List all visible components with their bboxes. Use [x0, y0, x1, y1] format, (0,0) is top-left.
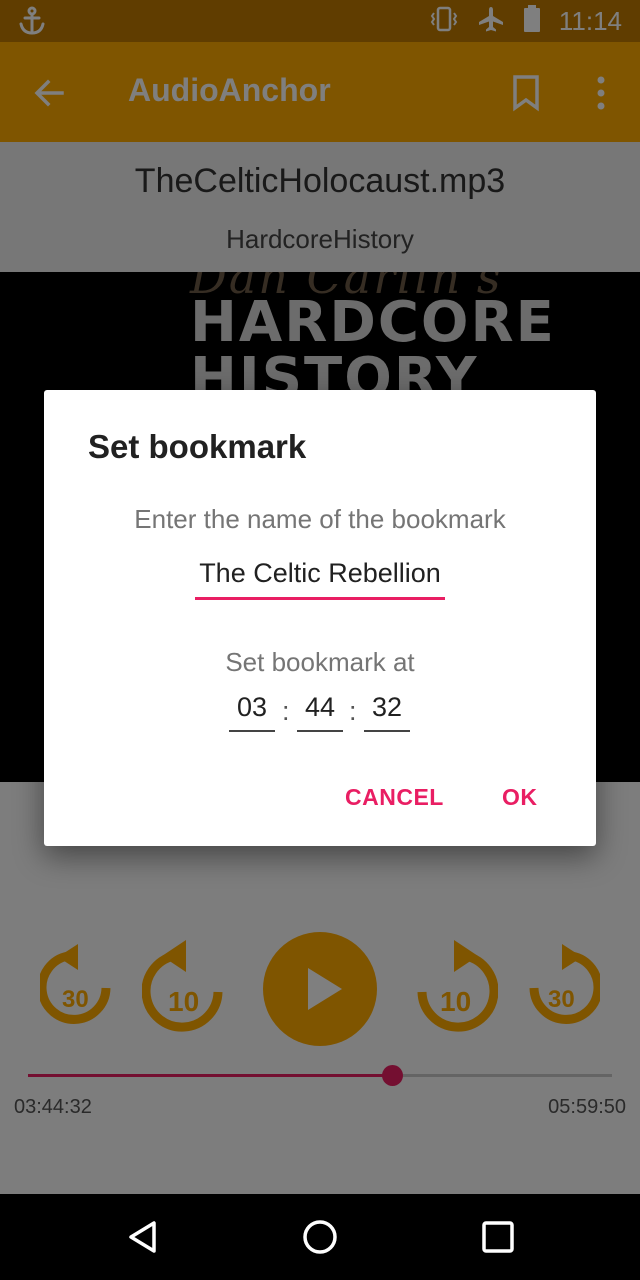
nav-back-icon[interactable]: [124, 1218, 162, 1261]
dialog-title: Set bookmark: [88, 428, 307, 465]
set-bookmark-dialog: Set bookmark Enter the name of the bookm…: [44, 390, 596, 846]
bookmark-name-input[interactable]: [195, 550, 445, 600]
seconds-field[interactable]: 32: [364, 692, 410, 732]
time-separator: :: [282, 696, 290, 726]
bookmark-name-prompt: Enter the name of the bookmark: [134, 504, 506, 534]
cancel-button[interactable]: CANCEL: [345, 784, 444, 811]
time-separator: :: [349, 696, 357, 726]
ok-button[interactable]: OK: [502, 784, 538, 811]
bookmark-time-label: Set bookmark at: [225, 647, 415, 677]
nav-recents-icon[interactable]: [479, 1218, 517, 1261]
navigation-bar: [0, 1194, 640, 1280]
minutes-field[interactable]: 44: [297, 692, 343, 732]
nav-home-icon[interactable]: [301, 1218, 339, 1261]
hours-field[interactable]: 03: [229, 692, 275, 732]
